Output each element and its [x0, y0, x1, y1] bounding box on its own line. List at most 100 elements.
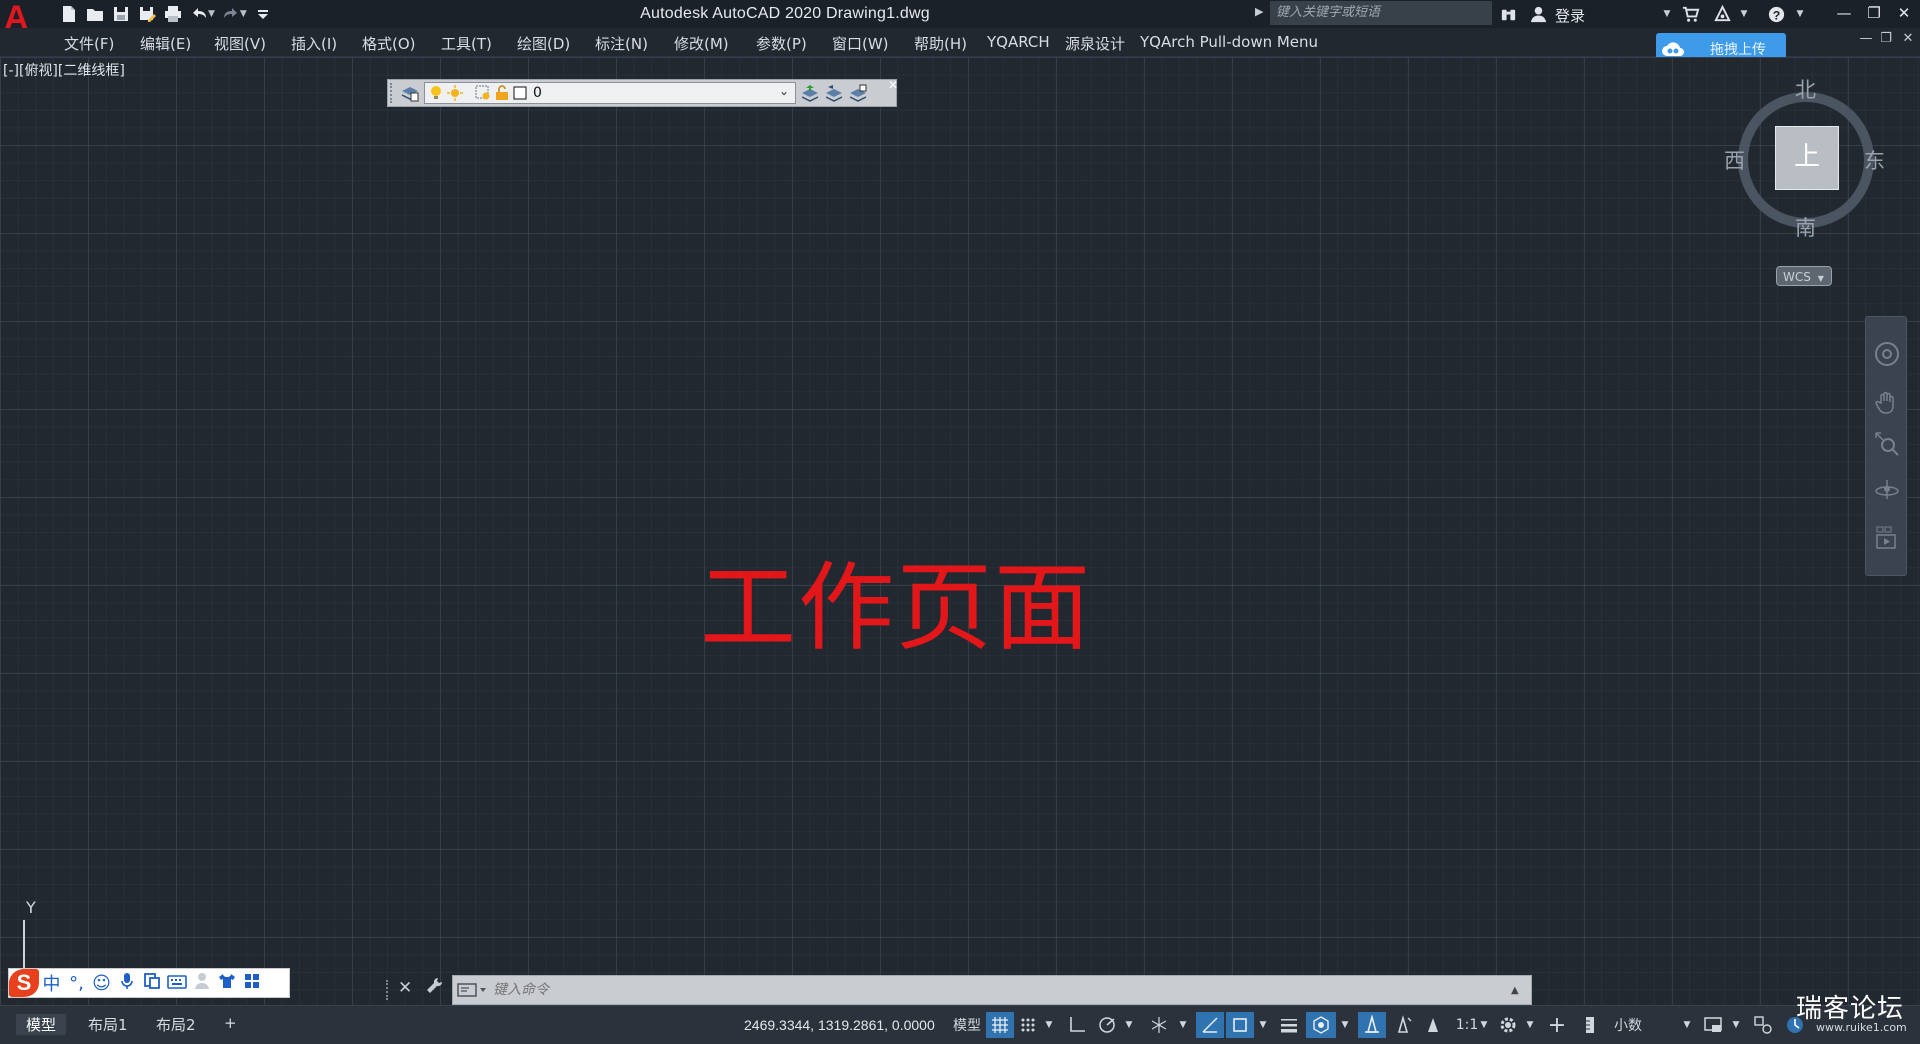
scale-dropdown-icon[interactable]: ▼ — [1478, 1012, 1490, 1038]
coordinates-display[interactable]: 2469.3344, 1319.2861, 0.0000 — [744, 1017, 935, 1033]
lineweight-button[interactable] — [1276, 1012, 1302, 1038]
autodesk-a360-icon[interactable] — [1710, 3, 1734, 25]
annotation-visibility-button[interactable] — [1358, 1012, 1386, 1038]
polar-tracking-button[interactable] — [1094, 1012, 1120, 1038]
undo-dropdown-icon[interactable]: ▼ — [208, 9, 215, 19]
customize-wrench-icon[interactable] — [424, 976, 444, 1000]
print-button[interactable] — [160, 3, 186, 25]
units-icon[interactable] — [1580, 1012, 1600, 1038]
make-current-layer-icon[interactable] — [798, 81, 822, 105]
a360-dropdown-icon[interactable]: ▼ — [1732, 3, 1756, 25]
menu-edit[interactable]: 编辑(E) — [140, 33, 191, 54]
command-close-icon[interactable]: ✕ — [398, 978, 412, 998]
user-icon[interactable] — [1526, 3, 1550, 25]
quick-properties-dropdown-icon[interactable]: ▼ — [1730, 1012, 1742, 1038]
zoom-extents-icon[interactable] — [1874, 431, 1900, 457]
object-snap-tracking-button[interactable] — [1196, 1012, 1224, 1038]
model-space-button[interactable]: 模型 — [950, 1012, 984, 1038]
isodraft-button[interactable] — [1146, 1012, 1172, 1038]
skin-shirt-icon[interactable] — [214, 973, 239, 994]
osnap-dropdown-icon[interactable]: ▼ — [1256, 1012, 1270, 1038]
layer-previous-icon[interactable] — [822, 81, 846, 105]
redo-dropdown-icon[interactable]: ▼ — [240, 9, 247, 19]
toolbar-close-icon[interactable]: ✕ — [888, 78, 898, 92]
search-expand-icon[interactable]: ▶ — [1255, 5, 1263, 18]
help-icon[interactable]: ? — [1764, 3, 1788, 25]
help-search-input[interactable]: 键入关键字或短语 — [1270, 1, 1492, 25]
keyboard-icon[interactable] — [164, 973, 189, 994]
selection-dropdown-icon[interactable]: ▼ — [1338, 1012, 1352, 1038]
showmotion-icon[interactable] — [1874, 525, 1900, 551]
annotation-monitor-plus-icon[interactable]: + — [1544, 1012, 1570, 1038]
doc-close-button[interactable]: ✕ — [1898, 31, 1918, 46]
workspace-switch-button[interactable] — [1494, 1012, 1522, 1038]
auto-scale-button[interactable] — [1390, 1012, 1416, 1038]
minimize-button[interactable]: — — [1830, 1, 1858, 25]
command-history-icon[interactable] — [453, 977, 491, 1003]
toolbox-grid-icon[interactable] — [239, 973, 264, 994]
menu-modify[interactable]: 修改(M) — [674, 33, 729, 54]
object-snap-button[interactable] — [1226, 1012, 1254, 1038]
customize-qat-button[interactable] — [250, 3, 276, 25]
workspace-dropdown-icon[interactable]: ▼ — [1524, 1012, 1536, 1038]
grid-display-button[interactable] — [986, 1012, 1014, 1038]
compass-south[interactable]: 南 — [1795, 212, 1816, 242]
command-input[interactable] — [491, 977, 1511, 1003]
doc-minimize-button[interactable]: — — [1856, 31, 1876, 46]
orbit-icon[interactable] — [1874, 477, 1900, 503]
menu-yqarch-pulldown[interactable]: YQArch Pull-down Menu — [1140, 33, 1318, 51]
ime-chinese-mode[interactable]: 中 — [39, 970, 64, 996]
help-dropdown-icon[interactable]: ▼ — [1788, 3, 1812, 25]
menu-format[interactable]: 格式(O) — [362, 33, 416, 54]
units-dropdown-icon[interactable]: ▼ — [1680, 1012, 1694, 1038]
menu-draw[interactable]: 绘图(D) — [517, 33, 570, 54]
open-file-button[interactable] — [82, 3, 108, 25]
viewcube[interactable]: 上 北 南 东 西 — [1724, 78, 1885, 240]
snap-dropdown-icon[interactable]: ▼ — [1042, 1012, 1056, 1038]
microphone-icon[interactable] — [114, 972, 139, 995]
snap-mode-button[interactable] — [1016, 1012, 1040, 1038]
menu-window[interactable]: 窗口(W) — [832, 33, 889, 54]
menu-parametric[interactable]: 参数(P) — [756, 33, 807, 54]
steering-wheel-icon[interactable] — [1874, 341, 1900, 367]
tab-model[interactable]: 模型 — [16, 1014, 67, 1035]
menu-view[interactable]: 视图(V) — [214, 33, 266, 54]
menu-dimension[interactable]: 标注(N) — [595, 33, 648, 54]
viewport-controls[interactable]: [-][俯视][二维线框] — [3, 60, 125, 80]
compass-north[interactable]: 北 — [1795, 74, 1816, 104]
menu-yqarch[interactable]: YQARCH — [987, 33, 1050, 51]
command-expand-icon[interactable]: ▲ — [1511, 985, 1531, 996]
add-layout-button[interactable]: + — [214, 1014, 247, 1032]
doc-restore-button[interactable]: ❐ — [1876, 31, 1896, 46]
binoculars-icon[interactable] — [1496, 3, 1520, 25]
annotation-scale-button[interactable] — [1420, 1012, 1446, 1038]
login-link[interactable]: 登录 — [1555, 5, 1585, 26]
quick-properties-button[interactable] — [1700, 1012, 1726, 1038]
tab-layout2[interactable]: 布局2 — [146, 1014, 206, 1035]
sogou-logo-icon[interactable]: S — [9, 969, 39, 997]
compass-west[interactable]: 西 — [1724, 145, 1745, 175]
layer-properties-icon[interactable] — [398, 81, 422, 105]
layer-dropdown[interactable]: 0 ⌄ — [424, 82, 796, 104]
user-avatar-icon[interactable] — [189, 972, 214, 995]
save-as-button[interactable] — [134, 3, 160, 25]
restore-button[interactable]: ❐ — [1860, 1, 1888, 25]
cart-icon[interactable] — [1678, 3, 1702, 25]
emoji-icon[interactable]: ☺ — [89, 973, 114, 994]
wcs-menu-button[interactable]: WCS ▼ — [1776, 266, 1832, 286]
ortho-button[interactable] — [1064, 1012, 1090, 1038]
save-button[interactable] — [108, 3, 134, 25]
layer-match-icon[interactable] — [846, 81, 870, 105]
isodraft-dropdown-icon[interactable]: ▼ — [1176, 1012, 1190, 1038]
clipboard-icon[interactable] — [139, 972, 164, 995]
menu-yuanquan[interactable]: 源泉设计 — [1065, 33, 1125, 54]
isolate-objects-button[interactable] — [1750, 1012, 1776, 1038]
close-button[interactable]: ✕ — [1890, 1, 1918, 25]
viewcube-top-face[interactable]: 上 — [1775, 126, 1839, 190]
login-dropdown-icon[interactable]: ▼ — [1655, 3, 1679, 25]
new-file-button[interactable] — [56, 3, 82, 25]
menu-help[interactable]: 帮助(H) — [914, 33, 967, 54]
toolbar-grip[interactable] — [390, 83, 398, 103]
tab-layout1[interactable]: 布局1 — [78, 1014, 138, 1035]
command-line-grip[interactable] — [386, 980, 392, 1000]
